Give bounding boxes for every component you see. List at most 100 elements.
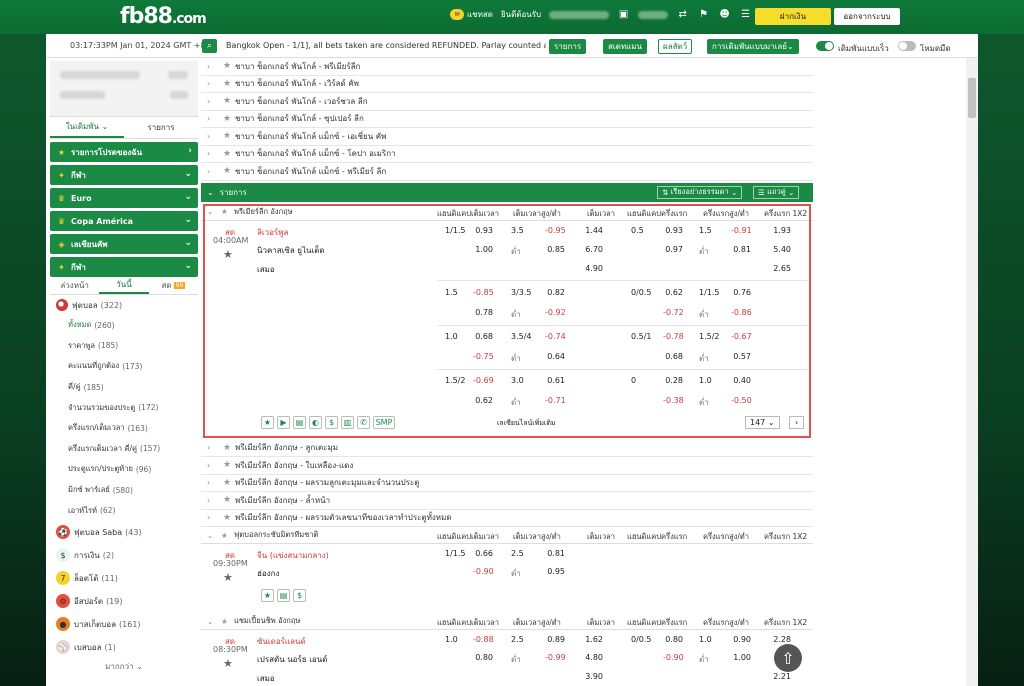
sidebar-item-sports-2[interactable]: ✦ กีฬา ⌄ [50, 257, 198, 277]
odds-value[interactable]: 2.28 [771, 635, 791, 644]
sidebar-item-euro[interactable]: ♛ Euro ⌄ [50, 188, 198, 208]
league-row[interactable]: › ★ ชาบา ช็อกเกอร์ พันโกล์ - เวิร์ลด์ คัพ [201, 76, 813, 93]
scrollbar[interactable] [966, 58, 978, 686]
sport-soccer[interactable]: ฟุตบอล (322) [50, 295, 198, 315]
star-icon[interactable]: ★ [223, 571, 233, 584]
star-icon[interactable]: ★ [223, 513, 235, 523]
sidebar-item-favorites[interactable]: ★ รายการโปรดของฉัน › [50, 142, 198, 162]
odds-value[interactable]: 0.90 [731, 635, 751, 644]
league-row[interactable]: › ★ พรีเมียร์ลีก อังกฤษ - ผลรวมลูกเตะมุมแล… [201, 475, 813, 492]
odds-mode-select[interactable]: การเดิมพันแบบมาเลย์ ⌄ [707, 39, 799, 54]
star-icon[interactable]: ★ [223, 61, 235, 71]
odds-value[interactable]: -0.90 [473, 567, 494, 576]
stats-icon[interactable]: ▤ [277, 589, 290, 602]
back-to-top-button[interactable]: ⇧ [774, 644, 802, 672]
star-icon[interactable]: ★ [223, 460, 235, 470]
sidebar-item-copa[interactable]: ♛ Copa América ⌄ [50, 211, 198, 231]
league-row[interactable]: › ★ ชาบา ช็อกเกอร์ พันโกล์ แม็กซ์ - โคปา อ… [201, 146, 813, 163]
transfer-icon[interactable]: ⇄ [676, 8, 689, 21]
cashout-icon[interactable]: $ [293, 589, 306, 602]
sidebar-item-asian-cup[interactable]: ◈ เลเซียนคัพ ⌄ [50, 234, 198, 254]
odds-value[interactable]: 0.66 [473, 549, 493, 558]
odds-value[interactable]: -0.88 [473, 635, 494, 644]
tab-early[interactable]: ล่วงหน้า [50, 277, 99, 294]
results-button[interactable]: รายการ [549, 39, 587, 54]
sidebar-sport-item[interactable]: ⚙ อีสปอร์ต (19) [50, 590, 198, 613]
sidebar-sport-item[interactable]: ● บาสเก็ตบอล (161) [50, 613, 198, 636]
sidebar-sub-item[interactable]: เอาท์ไรท์ (62) [50, 500, 198, 521]
league-row[interactable]: › ★ ชาบา ช็อกเกอร์ พันโกล์ - ซุปเปอร์ ลีก [201, 111, 813, 128]
sidebar-sport-item[interactable]: ⚾ เบสบอล (1) [50, 636, 198, 659]
sidebar-sub-item[interactable]: ประตูแรก/ประตูท้าย (96) [50, 459, 198, 480]
star-icon[interactable]: ★ [223, 495, 235, 505]
stats-button[interactable]: สเตทแมน [603, 39, 647, 54]
odds-value[interactable]: 1.00 [731, 653, 751, 662]
odds-value[interactable]: 1.62 [583, 635, 603, 644]
star-icon[interactable]: ★ [223, 443, 235, 453]
sort-select[interactable]: ⇅ เรียงอย่างธรรมดา ⌄ [657, 185, 743, 199]
wallet-icon[interactable]: ▣ [617, 8, 630, 21]
odds-value[interactable]: 4.80 [583, 653, 603, 662]
star-icon[interactable]: ★ [223, 149, 235, 159]
search-icon[interactable]: ⌕ [202, 39, 217, 53]
odds-value[interactable]: 2.21 [771, 672, 791, 681]
sidebar-sub-item[interactable]: คี่/คู่ (185) [50, 377, 198, 398]
sidebar-sub-item[interactable]: ครึ่งแรก/เต็มเวลา (163) [50, 418, 198, 439]
sidebar-sport-item[interactable]: ⚽ ฟุตบอล Saba (43) [50, 521, 198, 544]
league-row[interactable]: › ★ พรีเมียร์ลีก อังกฤษ - ล้ำหน้า [201, 492, 813, 510]
sidebar-sub-item[interactable]: มิกซ์ พาร์เลย์ (580) [50, 480, 198, 501]
favorite-star-icon[interactable]: ★ [261, 589, 274, 602]
tab-list[interactable]: รายการ [124, 117, 198, 138]
odds-value[interactable]: 0.95 [545, 567, 565, 576]
home-team[interactable]: จีน (แข่งสนามกลาง) [257, 549, 329, 562]
sidebar-sub-item[interactable]: จำนวนรวมของประตู (172) [50, 397, 198, 418]
odds-value[interactable]: 0.80 [663, 635, 683, 644]
star-icon[interactable]: ★ [221, 617, 228, 626]
sidebar-sub-item[interactable]: ราคาพูล (185) [50, 336, 198, 357]
league-row[interactable]: › ★ พรีเมียร์ลีก อังกฤษ - ลูกเตะมุม [201, 440, 813, 457]
profile-icon[interactable]: ☻ [718, 8, 731, 21]
sidebar-sub-item[interactable]: คะแนนที่ถูกต้อง (173) [50, 356, 198, 377]
tab-live[interactable]: สด 99 [149, 277, 198, 294]
odds-value[interactable]: 0.89 [545, 635, 565, 644]
logout-button[interactable]: ออกจากระบบ [834, 8, 900, 25]
league-row[interactable]: › ★ พรีเมียร์ลีก อังกฤษ - ใบเหลือง-แดง [201, 457, 813, 475]
menu-list-icon[interactable]: ☰ [739, 8, 752, 21]
tab-today[interactable]: วันนี้ [99, 277, 149, 294]
promo-icon[interactable]: ⚑ [697, 8, 710, 21]
deposit-button[interactable]: ฝากเงิน [755, 8, 831, 25]
star-icon[interactable]: ★ [223, 114, 235, 124]
dark-mode-toggle[interactable] [898, 41, 916, 51]
star-icon[interactable]: ★ [223, 131, 235, 141]
sidebar-sub-item[interactable]: ทั้งหมด (260) [50, 315, 198, 336]
league-row[interactable]: › ★ ชาบา ช็อกเกอร์ พันโกล์ - เวอร์ชวล ลีก [201, 93, 813, 111]
home-team[interactable]: ซันเดอร์แลนด์ [257, 635, 306, 648]
view-select[interactable]: ☰ แถวคู่ ⌄ [753, 185, 800, 199]
live-chat-button[interactable]: ✉ แชทสด [450, 8, 493, 21]
star-icon[interactable]: ★ [223, 478, 235, 488]
sidebar-sub-item[interactable]: ครึ่งแรกเต็มเวลา คี่/คู่ (157) [50, 439, 198, 460]
quick-bet-toggle[interactable] [816, 41, 834, 51]
star-icon[interactable]: ★ [223, 79, 235, 89]
sidebar-sport-item[interactable]: $ การเงิน (2) [50, 544, 198, 567]
league-row[interactable]: › ★ พรีเมียร์ลีก อังกฤษ - ผลรวมตัวเลขนาทีข… [201, 510, 813, 527]
odds-value[interactable]: 0.80 [473, 653, 493, 662]
tab-my-bets[interactable]: ในเดิมพัน ⌄ [50, 117, 124, 138]
more-sports-button[interactable]: มากกว่า ⌄ [50, 659, 198, 675]
star-icon[interactable]: ★ [223, 96, 235, 106]
live-results-button[interactable]: ผลสัตว์ [658, 39, 693, 54]
odds-value[interactable]: 0.81 [545, 549, 565, 558]
league-row[interactable]: › ★ ชาบา ช็อกเกอร์ พันโกล์ แม็กซ์ - พรีเมี… [201, 163, 813, 181]
star-icon[interactable]: ★ [223, 657, 233, 670]
star-icon[interactable]: ★ [223, 166, 235, 176]
away-team[interactable]: เปรสตัน นอร์ธ เอนด์ [257, 653, 327, 666]
sidebar-item-sports-1[interactable]: ✦ กีฬา ⌄ [50, 165, 198, 185]
odds-value[interactable]: -0.99 [545, 653, 566, 662]
fb88-logo[interactable]: fb88.com [120, 4, 207, 29]
away-team[interactable]: ฮ่องกง [257, 567, 279, 580]
odds-value[interactable]: 3.90 [583, 672, 603, 681]
league-row[interactable]: › ★ ชาบา ช็อกเกอร์ พันโกล์ - พรีเมียร์ลีก [201, 58, 813, 76]
league-row[interactable]: › ★ ชาบา ช็อกเกอร์ พันโกล์ แม็กซ์ - เอเชี่… [201, 128, 813, 146]
odds-value[interactable]: -0.90 [663, 653, 684, 662]
sidebar-sport-item[interactable]: 7 ล็อตโต้ (11) [50, 567, 198, 590]
